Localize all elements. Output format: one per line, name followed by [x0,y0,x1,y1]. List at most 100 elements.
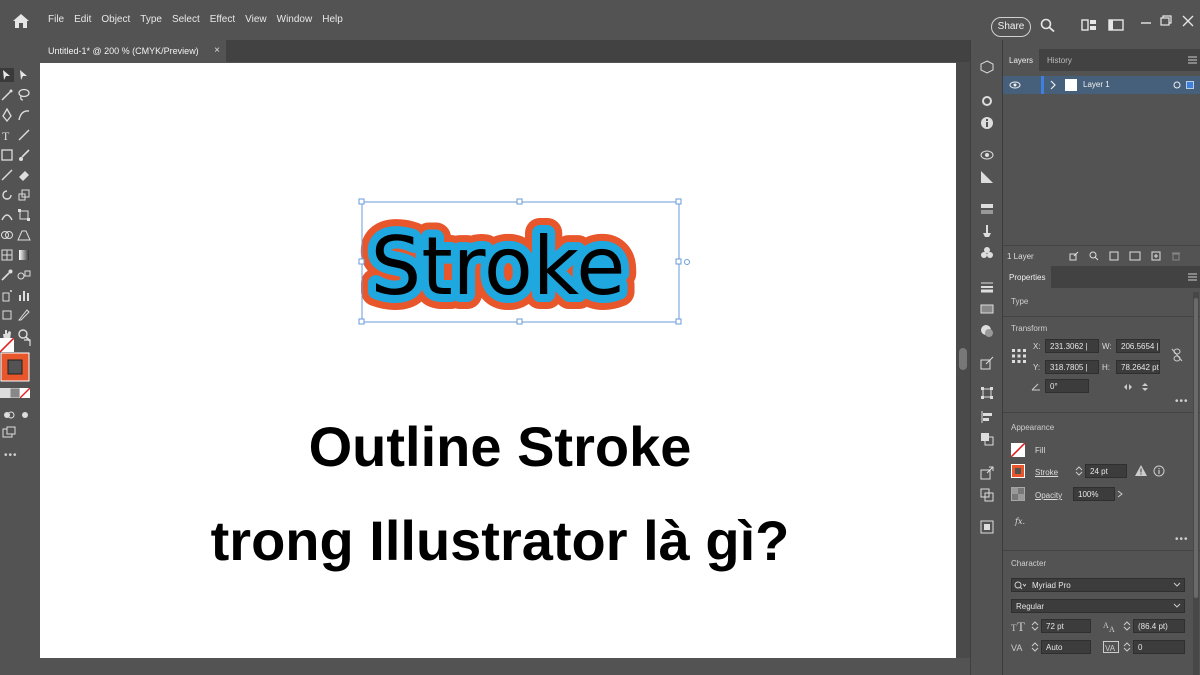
menu-type[interactable]: Type [140,14,162,25]
gradient-panel-icon[interactable] [980,302,994,316]
stroke-artwork[interactable]: Stroke Stroke Stroke [340,191,700,331]
free-transform-tool-icon[interactable] [17,208,31,222]
menu-select[interactable]: Select [172,14,200,25]
font-family-field[interactable]: Myriad Pro [1011,578,1185,592]
fx-button[interactable]: fx. [1015,517,1025,526]
gradient-tool-icon[interactable] [17,248,31,262]
selection-handle[interactable] [358,198,365,205]
stroke-swatch-icon[interactable] [0,352,30,382]
selection-handle[interactable] [675,198,682,205]
width-tool-icon[interactable] [0,208,14,222]
chevron-down-icon[interactable] [1173,582,1181,588]
scrollbar-thumb[interactable] [959,348,967,370]
tab-properties[interactable]: Properties [1003,266,1052,288]
export-layer-icon[interactable] [1069,251,1079,261]
lasso-tool-icon[interactable] [17,88,31,102]
selection-handle[interactable] [358,258,365,265]
visibility-eye-icon[interactable] [1009,80,1021,90]
align-icon[interactable] [980,410,994,424]
opacity-label[interactable]: Opacity [1035,491,1062,500]
constrain-proportions-icon[interactable] [1171,348,1183,362]
target-icon[interactable] [1173,81,1181,89]
pathfinder-icon[interactable] [980,432,994,446]
w-field[interactable]: 206.5654 | [1116,339,1160,353]
chevron-right-icon[interactable] [1117,490,1123,498]
font-size-stepper-icon[interactable] [1031,620,1039,632]
stroke-color-icon[interactable] [1011,464,1025,478]
symbol-sprayer-tool-icon[interactable] [0,288,14,302]
transform-icon[interactable] [980,386,994,400]
color-mode-icon[interactable] [0,388,10,398]
collect-layer-icon[interactable] [1129,251,1141,261]
selection-handle[interactable] [675,318,682,325]
layer-selection-indicator[interactable] [1186,81,1194,89]
delete-layer-icon[interactable] [1171,251,1181,261]
selection-center-handle[interactable] [684,259,690,265]
warning-icon[interactable] [1135,465,1147,476]
clipping-mask-icon[interactable] [1109,251,1119,261]
more-transform-icon[interactable]: ••• [1175,396,1189,407]
menu-effect[interactable]: Effect [210,14,235,25]
kerning-stepper-icon[interactable] [1031,641,1039,653]
menu-edit[interactable]: Edit [74,14,91,25]
search-icon[interactable] [1040,18,1056,32]
eyedropper-tool-icon[interactable] [0,268,14,282]
new-layer-icon[interactable] [1151,251,1161,261]
canvas-vertical-scrollbar[interactable] [956,62,970,658]
asset-export-icon[interactable] [980,466,994,480]
paintbrush-tool-icon[interactable] [17,148,31,162]
gradient-mode-icon[interactable] [10,388,20,398]
close-window-icon[interactable] [1180,14,1196,28]
more-appearance-icon[interactable]: ••• [1175,534,1189,545]
chevron-down-icon[interactable] [1173,603,1181,609]
gear-icon[interactable] [980,94,994,108]
magic-wand-tool-icon[interactable] [0,88,14,102]
artboard-tool-icon[interactable] [0,308,14,322]
x-field[interactable]: 231.3062 | [1045,339,1099,353]
direct-selection-tool-icon[interactable] [17,68,31,82]
close-tab-icon[interactable]: × [214,45,220,56]
fill-none-swatch-icon[interactable] [0,338,14,352]
stroke-label[interactable]: Stroke [1035,468,1058,477]
leading-field[interactable]: (86.4 pt) [1133,619,1185,633]
rectangle-tool-icon[interactable] [0,148,14,162]
share-button[interactable]: Share [991,17,1031,37]
column-graph-tool-icon[interactable] [17,288,31,302]
swap-fill-stroke-icon[interactable] [22,338,32,348]
workspace-icon[interactable] [1108,18,1124,32]
layer-name[interactable]: Layer 1 [1083,80,1110,89]
menu-window[interactable]: Window [277,14,313,25]
none-mode-icon[interactable] [20,388,30,398]
h-field[interactable]: 78.2642 pt [1116,360,1160,374]
menu-view[interactable]: View [245,14,267,25]
flip-vertical-icon[interactable] [1141,382,1149,392]
rotate-tool-icon[interactable] [0,188,14,202]
tracking-field[interactable]: 0 [1133,640,1185,654]
selection-handle[interactable] [516,198,523,205]
opacity-icon[interactable] [1011,487,1025,501]
properties-scrollbar-thumb[interactable] [1194,298,1198,598]
tracking-stepper-icon[interactable] [1123,641,1131,653]
3d-icon[interactable] [980,60,994,74]
fill-label[interactable]: Fill [1035,446,1045,455]
swatches-icon[interactable] [980,202,994,216]
locate-object-icon[interactable] [1089,251,1099,261]
menu-help[interactable]: Help [322,14,343,25]
slice-tool-icon[interactable] [17,308,31,322]
rotate-field[interactable]: 0° [1045,379,1089,393]
panel-menu-icon[interactable] [1188,56,1197,64]
fill-none-icon[interactable] [1011,443,1025,457]
curvature-tool-icon[interactable] [17,108,31,122]
stroke-weight-stepper-icon[interactable] [1075,465,1083,477]
kerning-field[interactable]: Auto [1041,640,1091,654]
leading-stepper-icon[interactable] [1123,620,1131,632]
selection-handle[interactable] [675,258,682,265]
pen-tool-icon[interactable] [0,108,14,122]
stroke-panel-icon[interactable] [980,280,994,294]
blend-tool-icon[interactable] [17,268,31,282]
properties-scrollbar[interactable] [1193,292,1199,675]
scale-tool-icon[interactable] [17,188,31,202]
perspective-grid-tool-icon[interactable] [17,228,31,242]
y-field[interactable]: 318.7805 | [1045,360,1099,374]
menu-file[interactable]: File [48,14,64,25]
